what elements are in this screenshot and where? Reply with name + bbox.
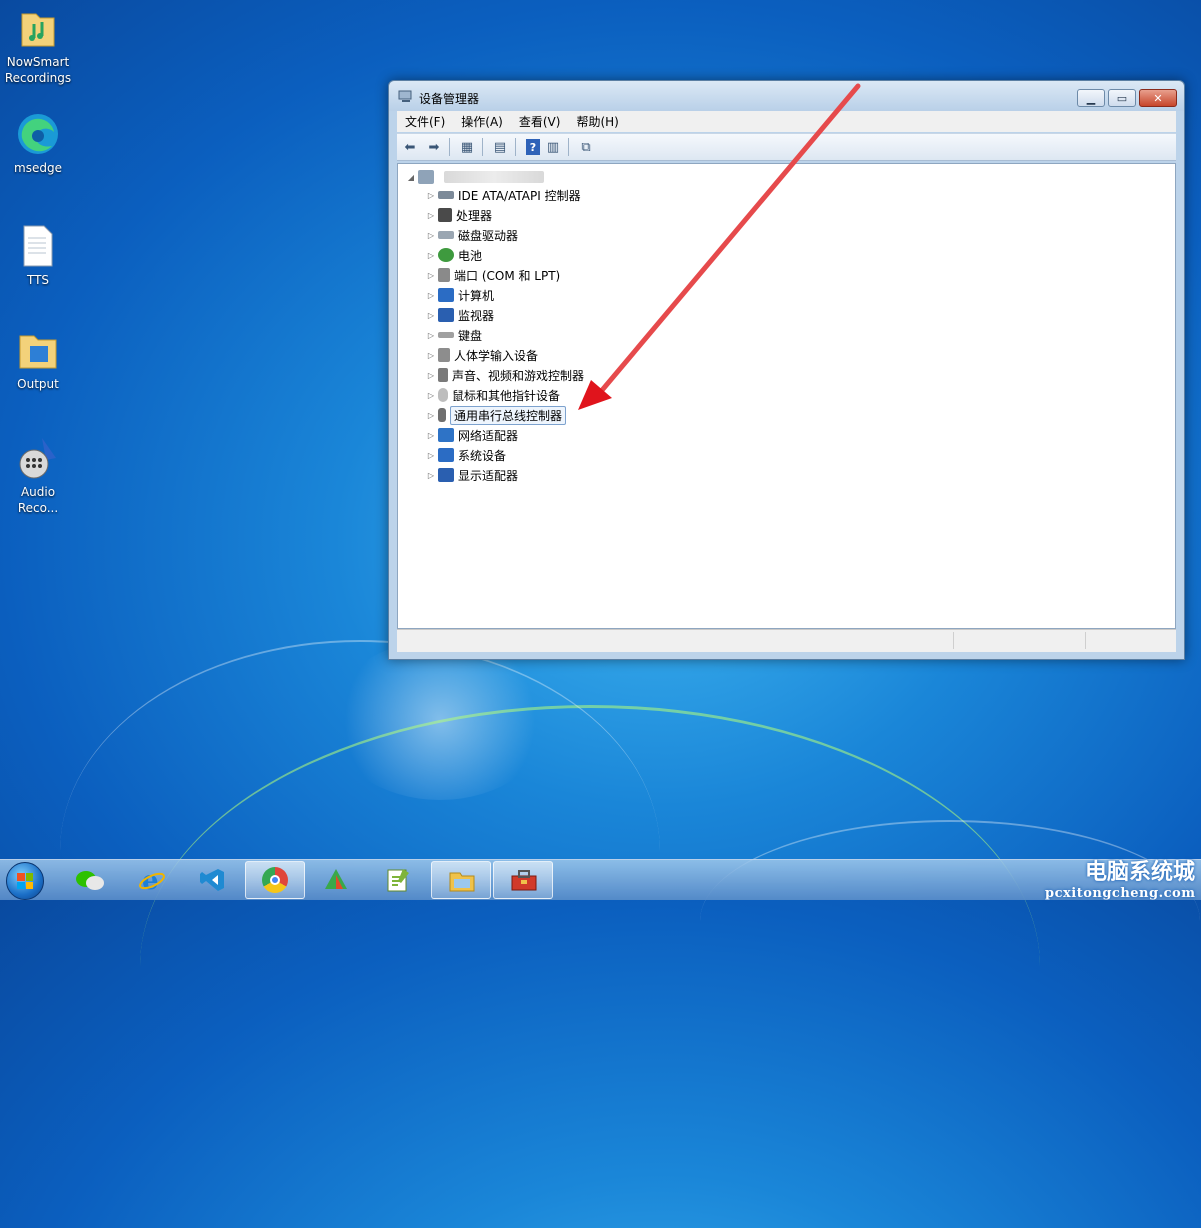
annotation-arrow [578, 83, 861, 410]
start-button[interactable] [6, 862, 44, 900]
notepad-plus-icon [385, 867, 411, 893]
wechat-icon [75, 867, 104, 893]
windows-logo-icon [17, 873, 33, 889]
site-watermark: 电脑系统城 pcxitongcheng.com [1045, 854, 1196, 901]
toolbox-icon [510, 867, 537, 893]
taskbar-toolbox[interactable] [493, 861, 553, 899]
app-icon [323, 867, 349, 893]
taskbar-notepad-plus[interactable] [368, 861, 428, 899]
taskbar-vscode[interactable] [183, 861, 243, 899]
watermark-url: pcxitongcheng.com [1045, 886, 1196, 901]
taskbar-file-explorer[interactable] [431, 861, 491, 899]
taskbar-wechat[interactable] [58, 861, 118, 899]
taskbar-ie[interactable]: e [121, 861, 181, 899]
taskbar: e [0, 859, 1201, 900]
file-explorer-icon [448, 867, 475, 893]
vscode-icon [200, 867, 226, 893]
taskbar-chrome[interactable] [245, 861, 305, 899]
taskbar-app[interactable] [306, 861, 366, 899]
chrome-icon [262, 867, 288, 893]
internet-explorer-icon: e [138, 866, 165, 896]
watermark-title: 电脑系统城 [1084, 860, 1195, 885]
